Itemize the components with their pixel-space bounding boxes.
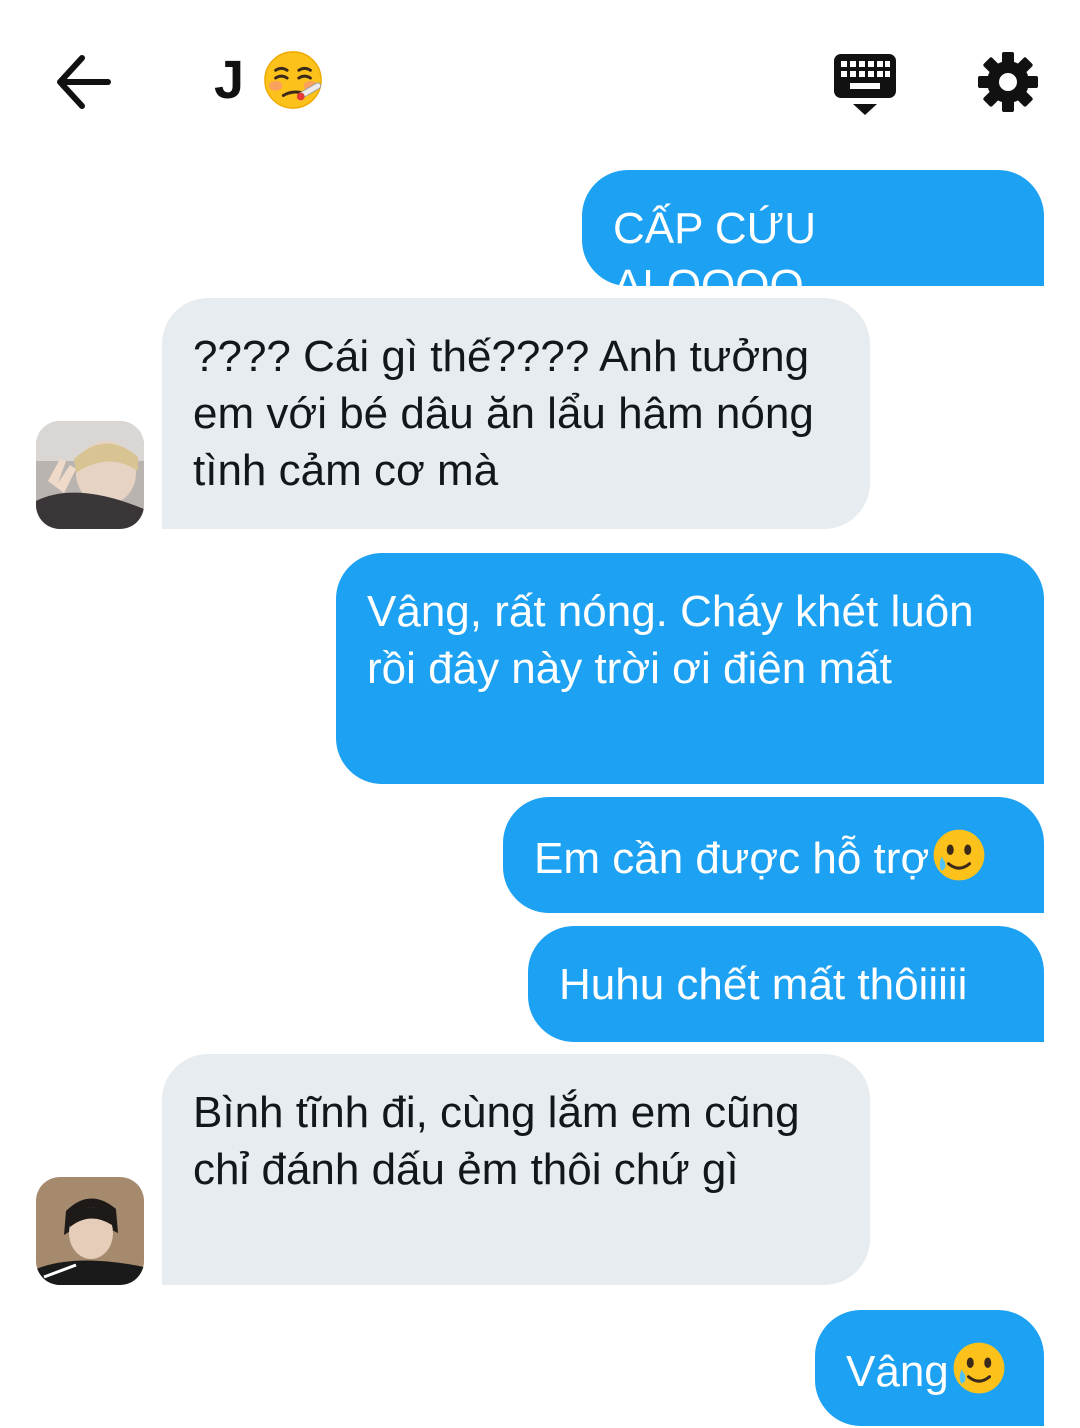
message-bubble-outgoing[interactable]: Vâng	[815, 1310, 1044, 1426]
avatar[interactable]	[36, 421, 144, 529]
gear-icon	[978, 52, 1038, 112]
message-bubble-outgoing[interactable]: Vâng, rất nóng. Cháy khét luôn rồi đây n…	[336, 553, 1044, 784]
message-text: Vâng	[846, 1347, 949, 1396]
message-bubble-incoming[interactable]: Bình tĩnh đi, cùng lắm em cũng chỉ đánh …	[162, 1054, 870, 1285]
message-bubble-outgoing[interactable]: Huhu chết mất thôiiiii	[528, 926, 1044, 1042]
message-bubble-outgoing[interactable]: CẤP CỨU ALOOOO	[582, 170, 1044, 310]
keyboard-button[interactable]	[832, 52, 898, 116]
avatar[interactable]	[36, 1177, 144, 1285]
back-button[interactable]	[52, 52, 116, 112]
conversation-title-group[interactable]: J	[214, 44, 324, 116]
smiling-face-with-tear-icon	[953, 1342, 1005, 1394]
chat-header: J	[0, 0, 1080, 150]
message-bubble-incoming[interactable]: ???? Cái gì thế???? Anh tưởng em với bé …	[162, 298, 870, 529]
message-text: Huhu chết mất thôiiiii	[559, 960, 968, 1009]
avatar-photo-icon	[36, 421, 144, 529]
keyboard-icon	[834, 54, 896, 115]
message-text: Bình tĩnh đi, cùng lắm em cũng chỉ đánh …	[193, 1088, 800, 1194]
smiling-face-with-tear-icon	[933, 829, 985, 881]
message-text: CẤP CỨU ALOOOO	[613, 204, 817, 310]
message-text: ???? Cái gì thế???? Anh tưởng em với bé …	[193, 332, 814, 495]
arrow-left-icon	[57, 55, 111, 109]
message-text: Em cần được hỗ trợ	[534, 834, 930, 883]
avatar-photo-icon	[36, 1177, 144, 1285]
settings-button[interactable]	[976, 50, 1040, 114]
message-bubble-outgoing[interactable]: Em cần được hỗ trợ	[503, 797, 1044, 913]
face-with-thermometer-icon	[264, 51, 322, 109]
message-text: Vâng, rất nóng. Cháy khét luôn rồi đây n…	[367, 587, 974, 693]
conversation-title: J	[214, 50, 245, 110]
